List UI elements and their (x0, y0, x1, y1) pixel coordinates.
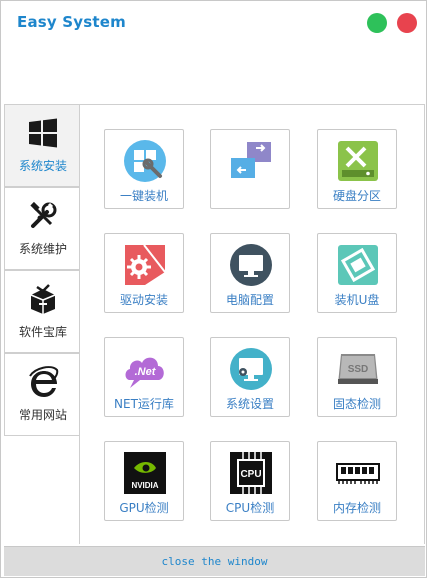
svg-text:.Net: .Net (135, 366, 157, 378)
tile-label: 一键装机 (119, 189, 168, 203)
memory-stick-icon (336, 463, 380, 484)
app-window: Easy System 系统安装 系统维护 软件宝库 常用网站 一键装机 硬盘分… (0, 0, 427, 578)
sidebar: 系统安装 系统维护 软件宝库 常用网站 (4, 104, 80, 544)
nvidia-icon: NVIDIA (124, 452, 166, 494)
sidebar-item-label: 系统安装 (18, 159, 67, 173)
close-button[interactable] (397, 13, 417, 33)
tile-gpu-check[interactable]: NVIDIA GPU检测 (104, 441, 184, 521)
tile-label: NET运行库 (114, 397, 174, 411)
wrench-install-icon (124, 140, 166, 182)
tile-label: 固态检测 (332, 397, 381, 411)
tile-one-click-install[interactable]: 一键装机 (104, 129, 184, 209)
sidebar-item-label: 软件宝库 (18, 325, 67, 339)
tile-label: 驱动安装 (119, 293, 168, 307)
tile-label: 电脑配置 (225, 293, 274, 307)
sidebar-item-common-websites[interactable]: 常用网站 (4, 353, 80, 436)
cpu-chip-icon: CPU (230, 452, 272, 494)
sidebar-item-system-install[interactable]: 系统安装 (4, 104, 80, 187)
disk-partition-icon (338, 141, 378, 181)
usb-drive-icon (338, 245, 378, 285)
tile-label: 系统设置 (225, 397, 274, 411)
net-cloud-icon: .Net (125, 357, 164, 388)
tile-label: GPU检测 (119, 501, 169, 515)
window-transfer-icon (231, 142, 271, 178)
minimize-button[interactable] (367, 13, 387, 33)
sidebar-item-system-maintenance[interactable]: 系统维护 (4, 187, 80, 270)
tile-label: 硬盘分区 (332, 189, 381, 203)
tile-pc-config[interactable]: 电脑配置 (210, 233, 290, 313)
tile-system-settings[interactable]: 系统设置 (210, 337, 290, 417)
tile-memory-check[interactable]: 内存检测 (317, 441, 397, 521)
tile-ssd-check[interactable]: SSD 固态检测 (317, 337, 397, 417)
sidebar-item-label: 常用网站 (18, 408, 67, 422)
close-window-link[interactable]: close the window (4, 546, 425, 576)
svg-text:SSD: SSD (348, 364, 369, 375)
tile-disk-partition[interactable]: 硬盘分区 (317, 129, 397, 209)
svg-text:CPU: CPU (240, 469, 261, 480)
tile-cpu-check[interactable]: CPU CPU检测 (210, 441, 290, 521)
ssd-icon: SSD (338, 354, 378, 384)
monitor-settings-icon (230, 348, 272, 390)
tools-icon (30, 201, 57, 228)
sidebar-item-label: 系统维护 (18, 242, 67, 256)
main-panel: 一键装机 硬盘分区 驱动安装 电脑配置 装机U盘 .Net NET运行库 系统设… (80, 104, 425, 544)
monitor-icon (230, 244, 272, 286)
svg-text:NVIDIA: NVIDIA (131, 481, 158, 490)
tile-driver-install[interactable]: 驱动安装 (104, 233, 184, 313)
tile-label: CPU检测 (225, 501, 275, 515)
gift-box-icon (30, 284, 56, 314)
tile-window-transfer[interactable] (210, 129, 290, 209)
internet-explorer-icon (29, 366, 59, 397)
windows-logo-icon (29, 118, 57, 148)
tile-net-runtime[interactable]: .Net NET运行库 (104, 337, 184, 417)
tile-label: 装机U盘 (334, 293, 380, 307)
tile-label: 内存检测 (332, 501, 381, 515)
app-title: Easy System (17, 13, 126, 31)
tile-usb-install[interactable]: 装机U盘 (317, 233, 397, 313)
driver-gear-icon (125, 244, 166, 285)
sidebar-item-software-library[interactable]: 软件宝库 (4, 270, 80, 353)
